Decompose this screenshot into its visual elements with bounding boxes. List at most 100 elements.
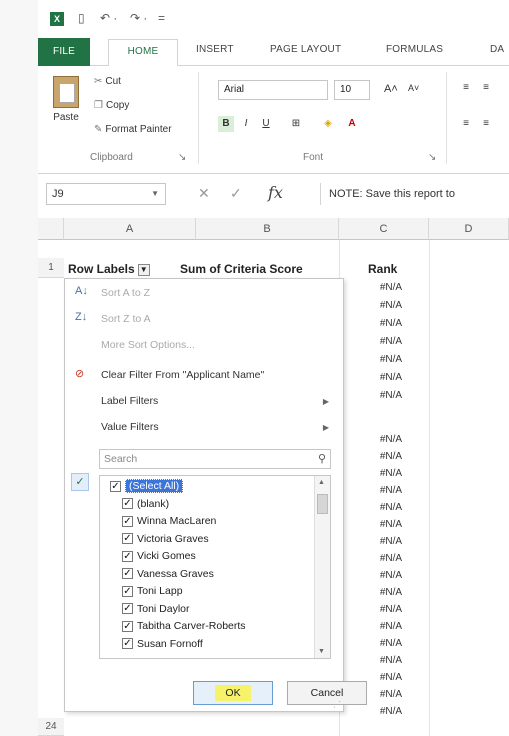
- rank-cell[interactable]: #N/A: [338, 519, 428, 535]
- rank-cell[interactable]: #N/A: [338, 553, 428, 569]
- resize-grip-icon[interactable]: ⋰: [333, 700, 341, 709]
- enter-check-icon[interactable]: ✓: [230, 185, 242, 202]
- checkbox-checked-icon[interactable]: ✓: [122, 533, 133, 545]
- checkbox-checked-icon[interactable]: ✓: [122, 603, 133, 615]
- clipboard-launcher-icon[interactable]: ↘: [178, 152, 186, 163]
- rank-cell[interactable]: #N/A: [338, 604, 428, 620]
- cancel-button[interactable]: Cancel: [287, 681, 367, 705]
- column-header-d[interactable]: D: [429, 218, 509, 240]
- fill-color-icon[interactable]: ◈: [320, 116, 336, 132]
- tab-page-layout[interactable]: PAGE LAYOUT: [270, 44, 341, 55]
- rank-cell[interactable]: #N/A: [338, 485, 428, 501]
- more-sort-options-item[interactable]: More Sort Options...: [101, 339, 195, 351]
- tab-data[interactable]: DA: [490, 44, 504, 55]
- checkbox-checked-icon[interactable]: ✓: [122, 585, 133, 597]
- row-header-1[interactable]: 1: [38, 258, 64, 278]
- filter-item-checkbox[interactable]: ✓ Susan Fornoff: [122, 636, 203, 653]
- sort-a-to-z-item[interactable]: Sort A to Z: [101, 287, 150, 299]
- formula-input[interactable]: NOTE: Save this report to: [320, 183, 509, 205]
- rank-cell[interactable]: #N/A: [338, 655, 428, 671]
- rank-cell[interactable]: #N/A: [338, 318, 428, 334]
- value-filters-item[interactable]: Value Filters: [101, 421, 159, 433]
- scrollbar[interactable]: ▲ ▼: [314, 476, 330, 658]
- checkbox-checked-icon[interactable]: ✓: [122, 515, 133, 527]
- rank-cell[interactable]: #N/A: [338, 434, 428, 450]
- scroll-thumb[interactable]: [317, 494, 328, 514]
- italic-button[interactable]: I: [238, 116, 254, 132]
- rank-cell[interactable]: #N/A: [338, 502, 428, 518]
- scroll-up-icon[interactable]: ▲: [318, 479, 325, 486]
- rank-cell[interactable]: #N/A: [338, 587, 428, 603]
- tab-insert[interactable]: INSERT: [196, 44, 234, 55]
- tab-formulas[interactable]: FORMULAS: [386, 44, 443, 55]
- align-left-icon[interactable]: ≡: [458, 116, 474, 132]
- save-icon[interactable]: ▯: [78, 11, 85, 25]
- tab-file[interactable]: FILE: [38, 38, 90, 66]
- cut-button[interactable]: ✂ Cut: [94, 76, 121, 87]
- format-painter-button[interactable]: ✎ Format Painter: [94, 124, 172, 135]
- font-size-dropdown[interactable]: 10: [334, 80, 370, 100]
- rank-cell[interactable]: #N/A: [338, 706, 428, 722]
- rank-cell[interactable]: #N/A: [338, 372, 428, 388]
- scroll-down-icon[interactable]: ▼: [318, 648, 325, 655]
- font-color-icon[interactable]: A: [344, 116, 360, 132]
- rank-cell[interactable]: #N/A: [338, 336, 428, 352]
- rank-cell[interactable]: #N/A: [338, 390, 428, 406]
- checkbox-checked-icon[interactable]: ✓: [122, 498, 133, 510]
- filter-item-checkbox[interactable]: ✓ Tabitha Carver-Roberts: [122, 618, 246, 635]
- filter-item-checkbox[interactable]: ✓ Winna MacLaren: [122, 513, 216, 530]
- column-header-c[interactable]: C: [339, 218, 429, 240]
- rank-cell[interactable]: #N/A: [338, 536, 428, 552]
- filter-item-checkbox[interactable]: ✓ Victoria Graves: [122, 531, 209, 548]
- undo-icon[interactable]: ↶ ·: [100, 11, 117, 25]
- select-all-checkbox[interactable]: ✓ (Select All): [110, 478, 184, 495]
- bold-button[interactable]: B: [218, 116, 234, 132]
- search-icon[interactable]: ⚲: [318, 450, 326, 468]
- paste-button[interactable]: Paste: [48, 74, 84, 134]
- checkbox-checked-icon[interactable]: ✓: [122, 568, 133, 580]
- copy-button[interactable]: ❐ Copy: [94, 100, 129, 111]
- filter-dropdown-icon[interactable]: ▼: [137, 263, 150, 276]
- checkbox-checked-icon[interactable]: ✓: [110, 480, 121, 492]
- redo-icon[interactable]: ↷ ·: [130, 11, 147, 25]
- rank-cell[interactable]: #N/A: [338, 354, 428, 370]
- rank-cell[interactable]: #N/A: [338, 621, 428, 637]
- customize-qat-icon[interactable]: =: [158, 11, 165, 25]
- clear-filter-item[interactable]: Clear Filter From "Applicant Name": [101, 369, 264, 381]
- font-name-dropdown[interactable]: Arial: [218, 80, 328, 100]
- rank-cell[interactable]: #N/A: [338, 638, 428, 654]
- name-box[interactable]: J9 ▼: [46, 183, 166, 205]
- sort-z-to-a-item[interactable]: Sort Z to A: [101, 313, 151, 325]
- select-all-corner[interactable]: [38, 218, 64, 240]
- rank-cell[interactable]: #N/A: [338, 451, 428, 467]
- rank-cell[interactable]: #N/A: [338, 282, 428, 298]
- row-header-24[interactable]: 24: [38, 718, 64, 736]
- align-middle-icon[interactable]: ≡: [478, 80, 494, 96]
- checkbox-checked-icon[interactable]: ✓: [122, 550, 133, 562]
- rank-cell[interactable]: #N/A: [338, 468, 428, 484]
- font-launcher-icon[interactable]: ↘: [428, 152, 436, 163]
- column-header-a[interactable]: A: [64, 218, 196, 240]
- grow-font-icon[interactable]: A˄: [384, 83, 398, 95]
- tab-home[interactable]: HOME: [108, 39, 178, 67]
- insert-function-icon[interactable]: fx: [268, 183, 283, 202]
- filter-item-checkbox[interactable]: ✓ Toni Lapp: [122, 583, 183, 600]
- checkbox-checked-icon[interactable]: ✓: [122, 620, 133, 632]
- filter-item-checkbox[interactable]: ✓ Vanessa Graves: [122, 566, 214, 583]
- filter-item-checkbox[interactable]: ✓ (blank): [122, 496, 169, 513]
- borders-icon[interactable]: ⊞: [288, 116, 304, 132]
- rank-cell[interactable]: #N/A: [338, 300, 428, 316]
- underline-button[interactable]: U: [258, 116, 274, 132]
- label-filters-item[interactable]: Label Filters: [101, 395, 158, 407]
- shrink-font-icon[interactable]: A˅: [408, 83, 419, 93]
- align-center-icon[interactable]: ≡: [478, 116, 494, 132]
- rank-cell[interactable]: #N/A: [338, 570, 428, 586]
- cancel-x-icon[interactable]: ✕: [198, 185, 210, 202]
- ok-button[interactable]: OK: [193, 681, 273, 705]
- checkbox-checked-icon[interactable]: ✓: [122, 638, 133, 650]
- search-input[interactable]: Search ⚲: [99, 449, 331, 469]
- filter-item-checkbox[interactable]: ✓ Vicki Gomes: [122, 548, 196, 565]
- filter-item-checkbox[interactable]: ✓ Toni Daylor: [122, 601, 190, 618]
- column-header-b[interactable]: B: [196, 218, 339, 240]
- align-top-icon[interactable]: ≡: [458, 80, 474, 96]
